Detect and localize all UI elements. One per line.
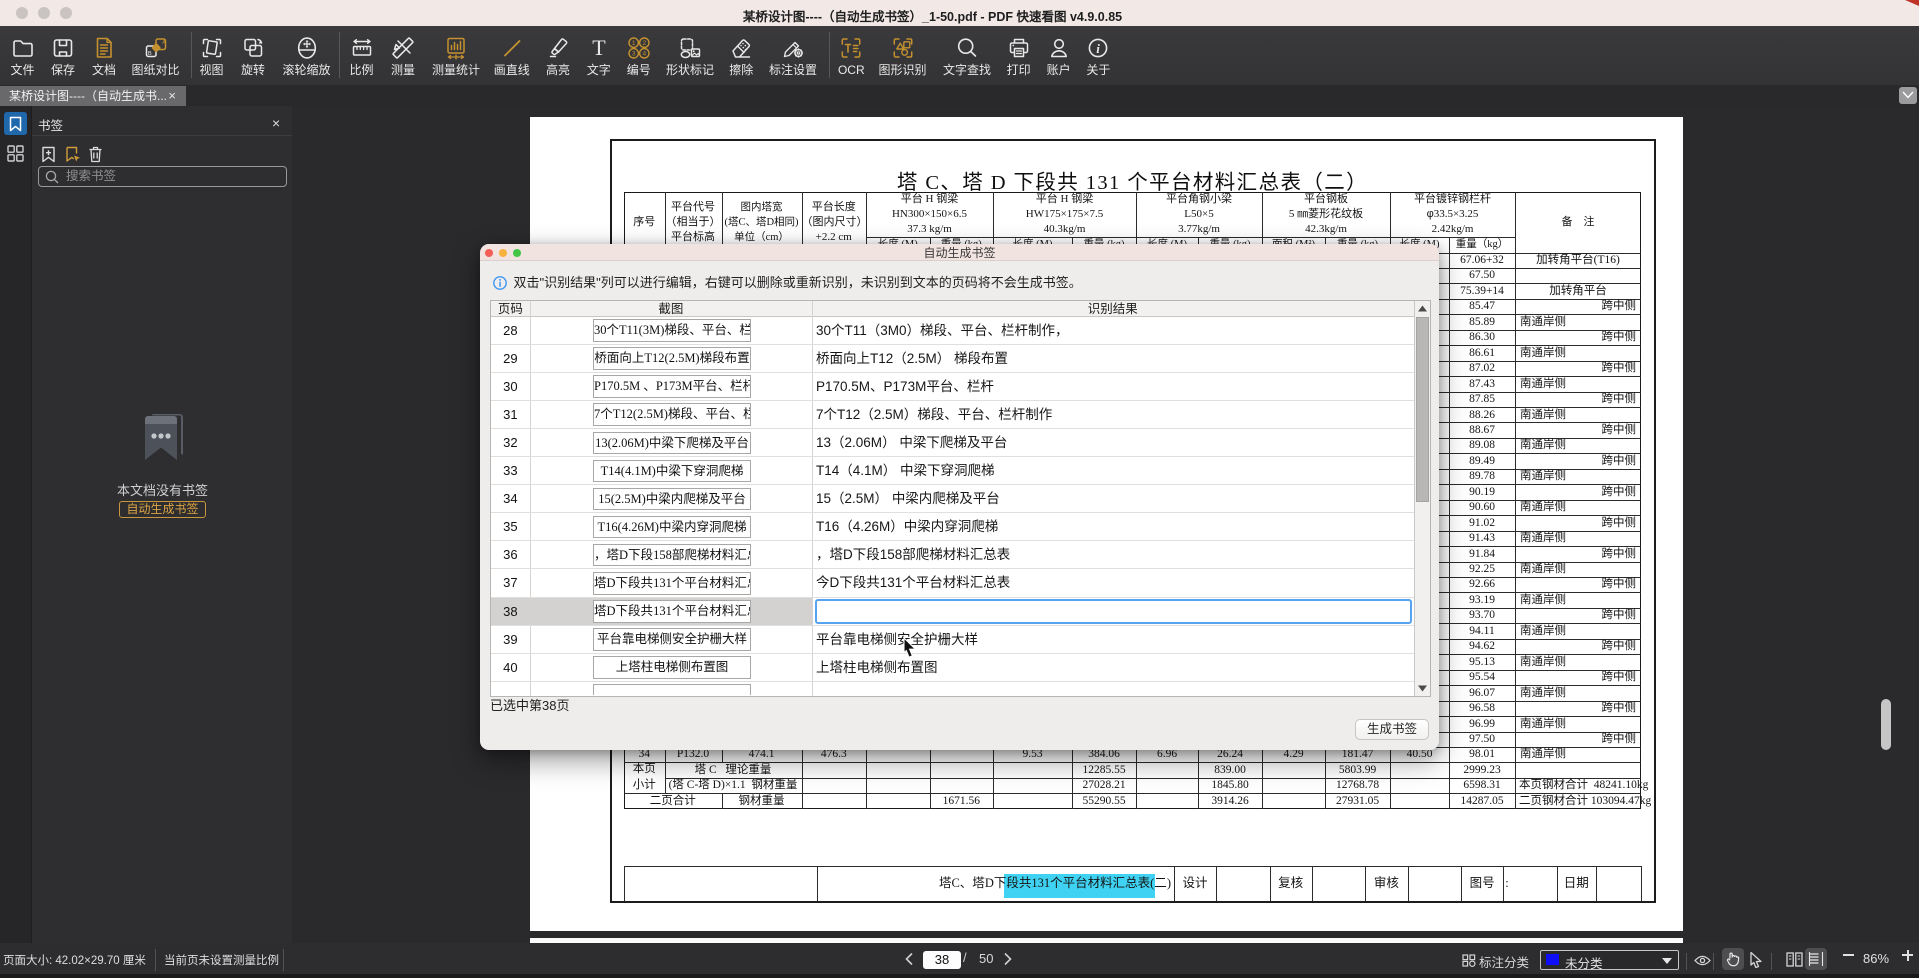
svg-text:i: i <box>1097 41 1101 56</box>
svg-text:B: B <box>148 51 152 57</box>
svg-text:1: 1 <box>632 40 636 47</box>
svg-text:3: 3 <box>632 51 636 58</box>
